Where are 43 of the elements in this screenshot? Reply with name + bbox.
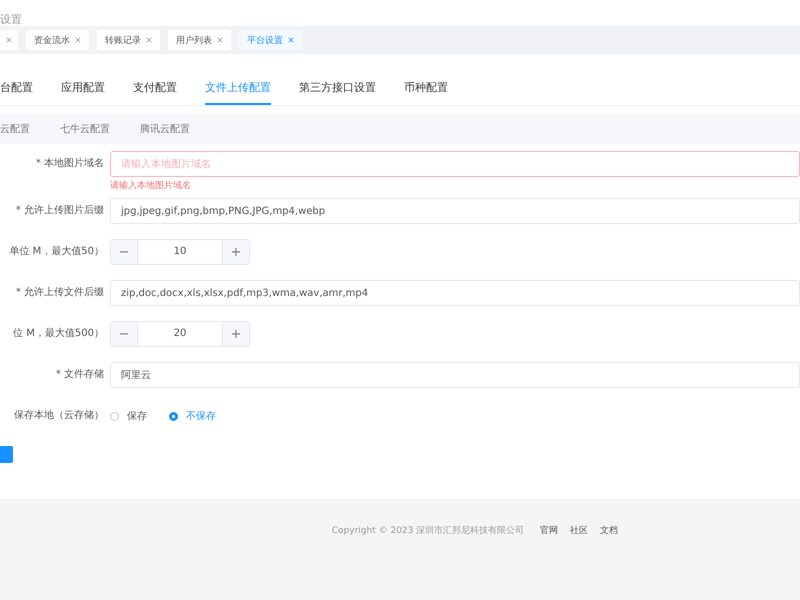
copyright-text: Copyright © 2023 深圳市汇邦尼科技有限公司: [332, 524, 524, 537]
close-icon[interactable]: [75, 37, 81, 43]
tab[interactable]: 币种配置: [404, 74, 448, 105]
error-message: 请输入本地图片域名: [110, 180, 192, 192]
tag[interactable]: 转账记录: [97, 30, 160, 50]
field-label: * 文件存储: [54, 368, 105, 382]
close-icon[interactable]: [146, 37, 152, 43]
increment-button[interactable]: +: [223, 240, 249, 264]
footer-link[interactable]: 社区: [570, 524, 588, 537]
close-icon[interactable]: [288, 37, 294, 43]
field-label: * 本地图片域名: [34, 156, 105, 171]
radio-button[interactable]: [169, 412, 178, 420]
close-icon[interactable]: [217, 37, 223, 43]
sub-tab[interactable]: 七牛云配置: [60, 122, 110, 136]
tab[interactable]: 台配置: [0, 74, 33, 105]
close-icon[interactable]: [6, 37, 12, 43]
decrement-button[interactable]: −: [111, 240, 137, 264]
tab[interactable]: 支付配置: [133, 74, 177, 105]
tab[interactable]: 应用配置: [61, 74, 105, 105]
radio-button[interactable]: [110, 412, 119, 420]
tab[interactable]: 第三方接口设置: [299, 74, 376, 105]
tag[interactable]: [0, 30, 18, 50]
number-stepper[interactable]: − 20 +: [110, 321, 250, 347]
text-field[interactable]: zip,doc,docx,xls,xlsx,pdf,mp3,wma,wav,amr,mp4: [110, 280, 800, 306]
tag[interactable]: 资金流水: [26, 30, 89, 50]
number-stepper[interactable]: − 10 +: [110, 239, 250, 265]
text-field[interactable]: jpg,jpeg,gif,png,bmp,PNG,JPG,mp4,webp: [110, 198, 800, 224]
field-label: 位 M，最大值500）: [12, 326, 105, 341]
sub-tab[interactable]: 云配置: [0, 122, 30, 136]
radio-label[interactable]: 保存: [127, 409, 147, 423]
sub-tab[interactable]: 腾讯云配置: [140, 122, 190, 136]
tag[interactable]: 用户列表: [168, 30, 231, 50]
increment-button[interactable]: +: [223, 322, 249, 346]
page-title: 设置: [0, 12, 23, 26]
text-field[interactable]: 请输入本地图片域名: [110, 151, 800, 177]
field-label: 保存本地（云存储）: [13, 408, 105, 423]
decrement-button[interactable]: −: [111, 322, 137, 346]
field-label: * 允许上传图片后缀: [14, 204, 105, 218]
footer-link[interactable]: 文档: [600, 524, 618, 537]
field-label: 单位 M，最大值50）: [8, 244, 105, 259]
field-label: * 允许上传文件后缀: [14, 286, 105, 300]
footer-link[interactable]: 官网: [540, 524, 558, 537]
text-field[interactable]: 阿里云: [110, 362, 800, 388]
